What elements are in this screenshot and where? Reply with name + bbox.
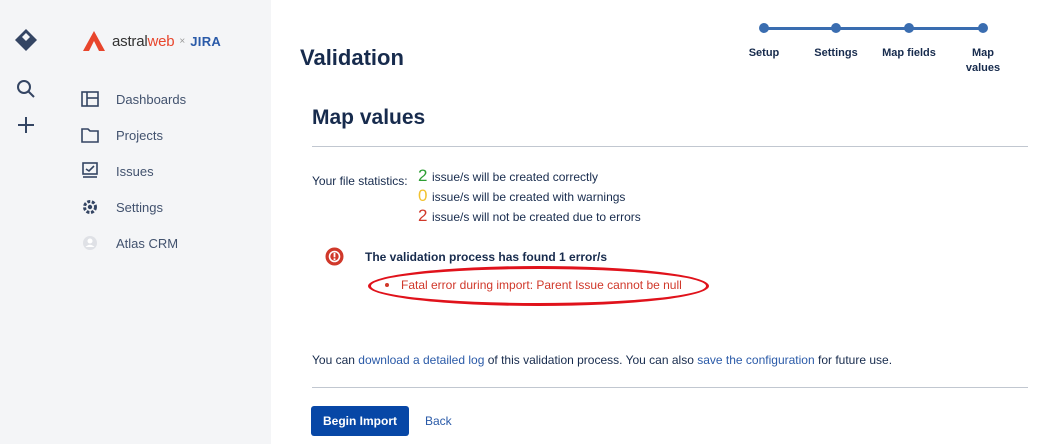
log-prefix: You can bbox=[312, 353, 355, 367]
step-dot bbox=[904, 23, 914, 33]
crm-icon bbox=[80, 233, 100, 253]
step-setup: Setup bbox=[734, 22, 794, 61]
stat-warnings-text: issue/s will be created with warnings bbox=[432, 190, 626, 204]
log-middle: of this validation process. You can also bbox=[487, 353, 694, 367]
step-label: Map fields bbox=[882, 47, 936, 59]
step-label: Settings bbox=[814, 47, 858, 59]
stat-errors: 2 issue/s will not be created due to err… bbox=[418, 206, 641, 226]
step-label: Map values bbox=[965, 47, 1001, 74]
sidebar-item-atlas-crm[interactable]: Atlas CRM bbox=[80, 225, 260, 261]
step-dot bbox=[759, 23, 769, 33]
app-logo-icon[interactable] bbox=[14, 28, 38, 52]
sidebar-item-label: Issues bbox=[116, 163, 154, 179]
progress-stepper: Setup Settings Map fields Map values bbox=[740, 22, 1010, 82]
validation-title: The validation process has found 1 error… bbox=[365, 250, 608, 264]
stat-errors-text: issue/s will not be created due to error… bbox=[432, 210, 641, 224]
page-title: Validation bbox=[300, 45, 404, 70]
download-log-link[interactable]: download a detailed log bbox=[358, 353, 484, 367]
file-statistics: 2 issue/s will be created correctly 0 is… bbox=[418, 166, 641, 226]
gear-icon bbox=[80, 197, 100, 217]
stat-warnings: 0 issue/s will be created with warnings bbox=[418, 186, 641, 206]
sidebar-nav: Dashboards Projects Issues Settings Atla… bbox=[80, 81, 260, 261]
stat-warnings-count: 0 bbox=[418, 186, 428, 205]
brand-partner: JIRA bbox=[190, 33, 222, 49]
brand-logo[interactable]: astralweb × JIRA bbox=[82, 29, 221, 53]
back-button[interactable]: Back bbox=[425, 414, 452, 428]
dashboard-icon bbox=[80, 89, 100, 109]
folder-icon bbox=[80, 125, 100, 145]
divider bbox=[312, 146, 1028, 147]
log-suffix: for future use. bbox=[817, 353, 893, 367]
astralweb-logo-icon bbox=[83, 31, 105, 51]
stat-created-count: 2 bbox=[418, 166, 428, 185]
create-icon[interactable] bbox=[17, 116, 35, 134]
error-highlight-annotation bbox=[368, 266, 709, 306]
section-title: Map values bbox=[312, 106, 426, 129]
sidebar-item-projects[interactable]: Projects bbox=[80, 117, 260, 153]
stepper-line bbox=[764, 27, 982, 30]
step-map-fields: Map fields bbox=[879, 22, 939, 61]
sidebar-item-issues[interactable]: Issues bbox=[80, 153, 260, 189]
stat-created-text: issue/s will be created correctly bbox=[432, 170, 599, 184]
stat-errors-count: 2 bbox=[418, 206, 428, 225]
step-dot bbox=[831, 23, 841, 33]
sidebar-item-label: Settings bbox=[116, 199, 163, 215]
error-icon bbox=[325, 247, 344, 266]
sidebar: astralweb × JIRA Dashboards Projects Iss… bbox=[52, 0, 271, 444]
sidebar-item-label: Atlas CRM bbox=[116, 235, 179, 251]
brand-name: astralweb bbox=[112, 32, 175, 50]
issues-icon bbox=[80, 161, 100, 181]
step-label: Setup bbox=[748, 47, 780, 59]
divider bbox=[312, 387, 1028, 388]
sidebar-item-label: Dashboards bbox=[116, 91, 187, 107]
step-settings: Settings bbox=[806, 22, 866, 61]
sidebar-item-settings[interactable]: Settings bbox=[80, 189, 260, 225]
step-dot bbox=[978, 23, 988, 33]
begin-import-button[interactable]: Begin Import bbox=[311, 406, 409, 436]
log-info: You can download a detailed log of this … bbox=[312, 353, 892, 367]
sidebar-item-label: Projects bbox=[116, 127, 163, 143]
global-rail bbox=[0, 0, 52, 444]
save-configuration-link[interactable]: save the configuration bbox=[697, 353, 814, 367]
brand-separator: × bbox=[179, 35, 186, 47]
sidebar-item-dashboards[interactable]: Dashboards bbox=[80, 81, 260, 117]
step-map-values: Map values bbox=[952, 22, 1014, 76]
stat-created: 2 issue/s will be created correctly bbox=[418, 166, 641, 186]
search-icon[interactable] bbox=[16, 79, 36, 99]
stats-label: Your file statistics: bbox=[312, 174, 408, 188]
